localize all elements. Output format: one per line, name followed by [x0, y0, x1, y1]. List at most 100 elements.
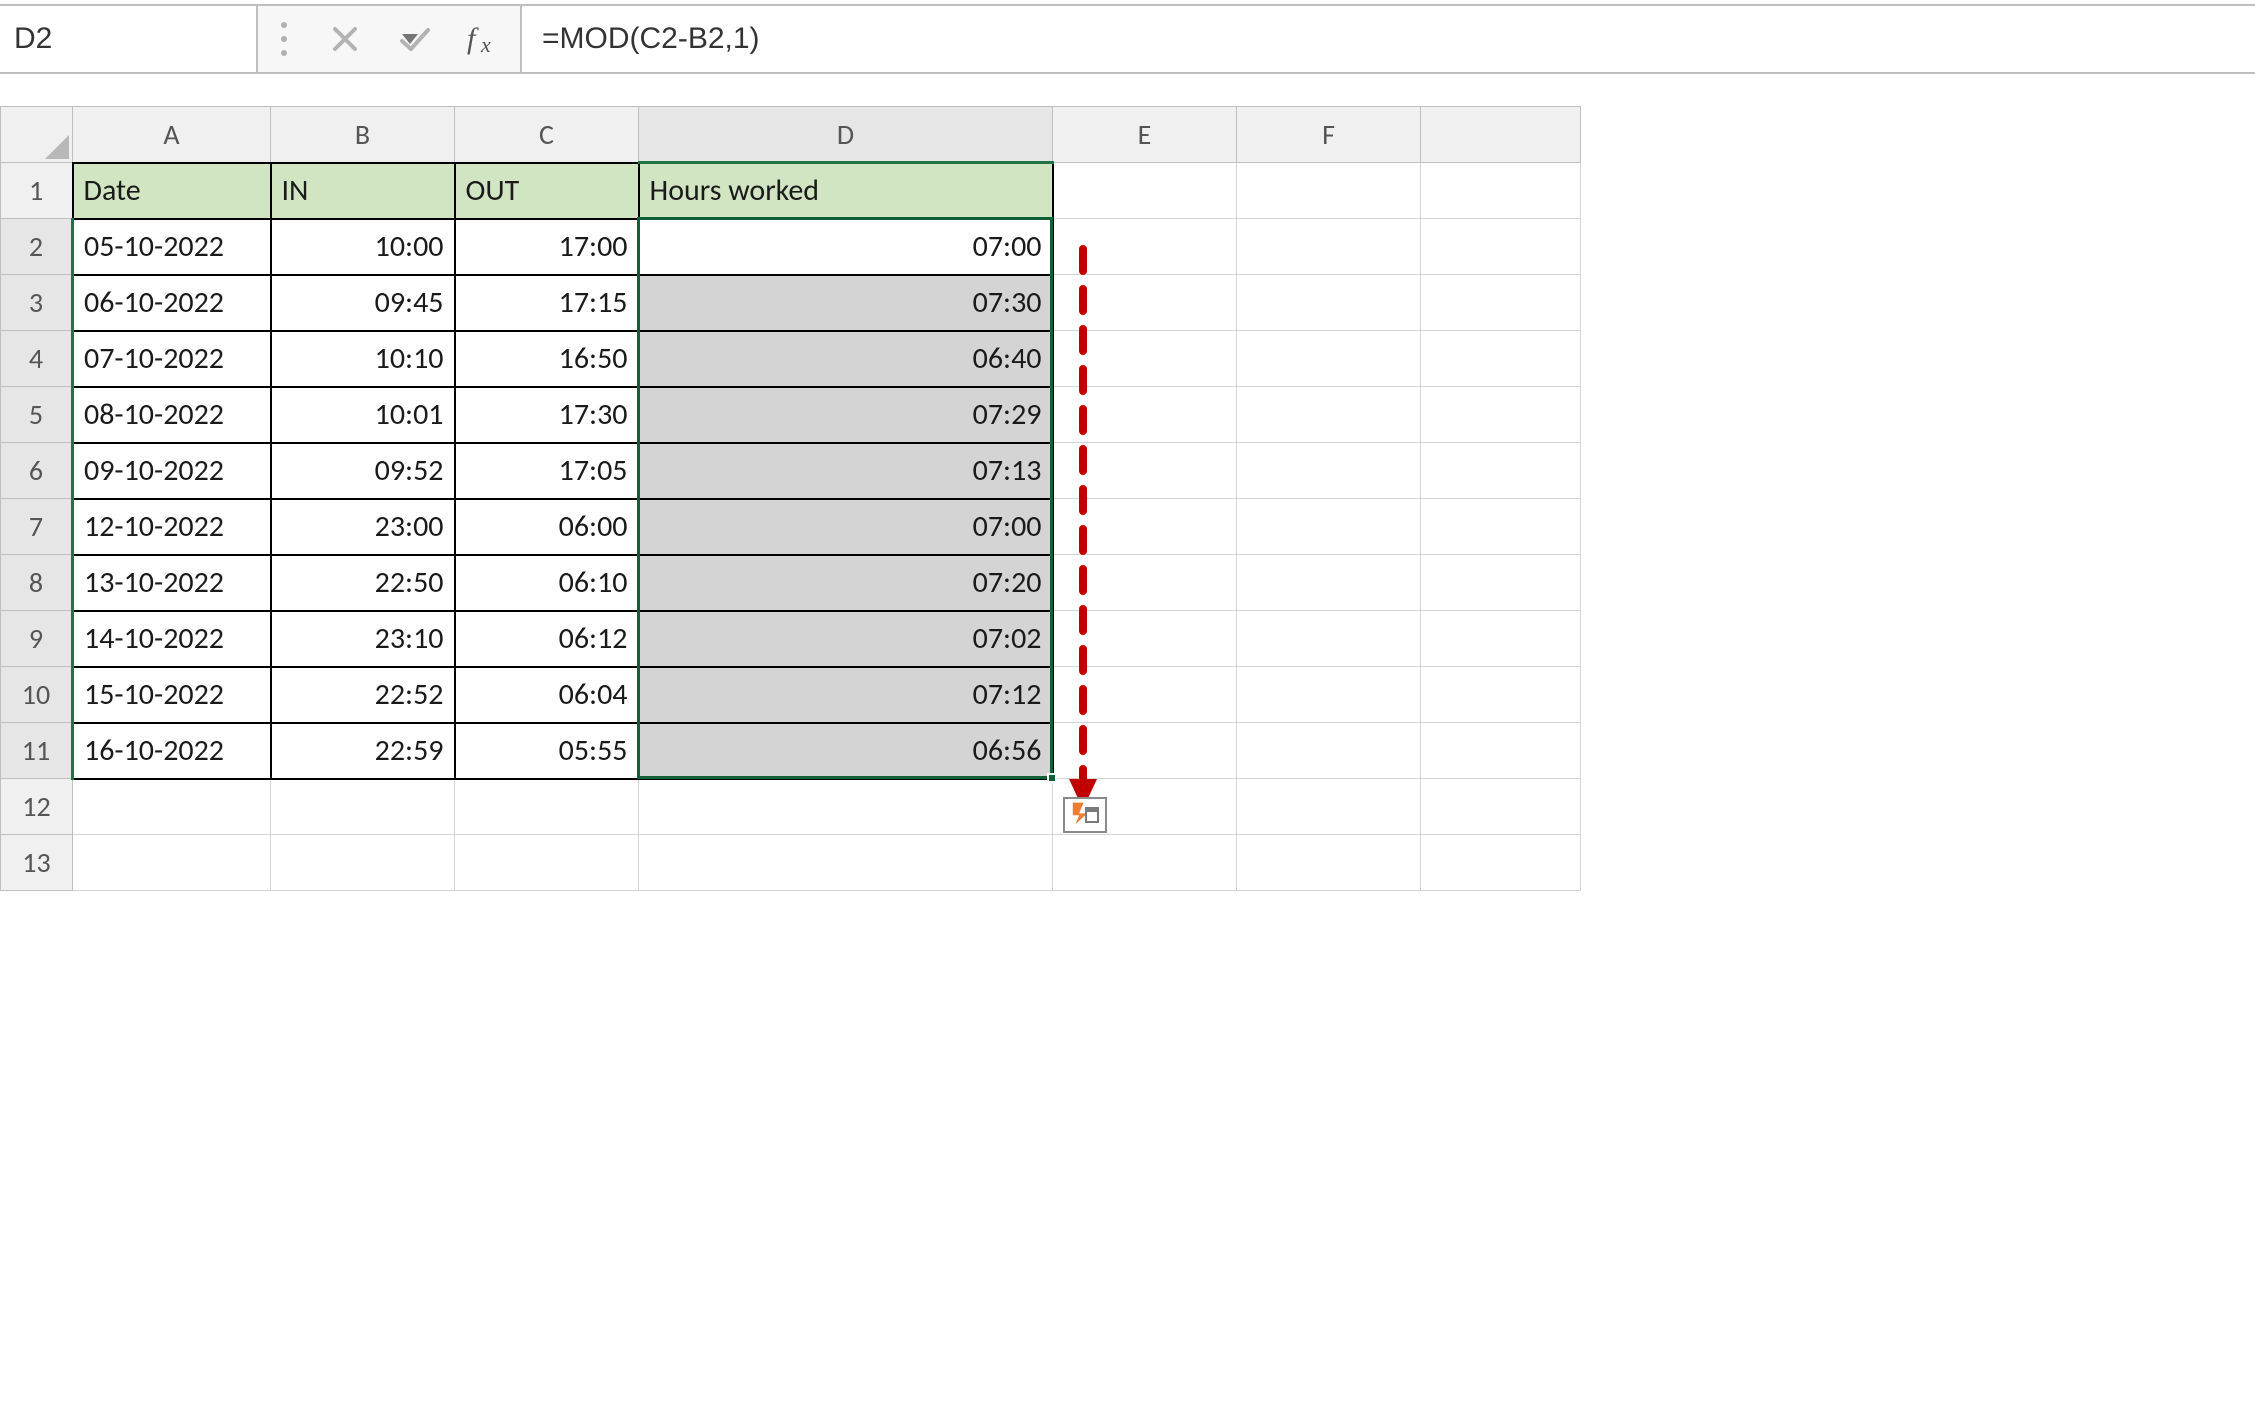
cell-C6[interactable]: 17:05 [455, 443, 639, 499]
col-header-blank[interactable] [1421, 107, 1581, 163]
cell-E4[interactable] [1053, 331, 1237, 387]
row-header-5[interactable]: 5 [1, 387, 73, 443]
cell-B10[interactable]: 22:52 [271, 667, 455, 723]
cell-E2[interactable] [1053, 219, 1237, 275]
cell-D2[interactable]: 07:00 [639, 219, 1053, 275]
cell-C13[interactable] [455, 835, 639, 891]
cell-A2[interactable]: 05-10-2022 [73, 219, 271, 275]
cell-C7[interactable]: 06:00 [455, 499, 639, 555]
cell-E6[interactable] [1053, 443, 1237, 499]
cell-E8[interactable] [1053, 555, 1237, 611]
cell-G13[interactable] [1421, 835, 1581, 891]
select-all-corner[interactable] [1, 107, 73, 163]
cell-F7[interactable] [1237, 499, 1421, 555]
cell-F2[interactable] [1237, 219, 1421, 275]
col-header-D[interactable]: D [639, 107, 1053, 163]
cell-E10[interactable] [1053, 667, 1237, 723]
cell-C12[interactable] [455, 779, 639, 835]
col-header-A[interactable]: A [73, 107, 271, 163]
cell-A8[interactable]: 13-10-2022 [73, 555, 271, 611]
cell-E7[interactable] [1053, 499, 1237, 555]
row-header-8[interactable]: 8 [1, 555, 73, 611]
formula-input-wrap[interactable] [520, 6, 2255, 72]
cell-C8[interactable]: 06:10 [455, 555, 639, 611]
cell-D10[interactable]: 07:12 [639, 667, 1053, 723]
cell-C1[interactable]: OUT [455, 163, 639, 219]
cell-F4[interactable] [1237, 331, 1421, 387]
cell-C9[interactable]: 06:12 [455, 611, 639, 667]
cell-F1[interactable] [1237, 163, 1421, 219]
cell-B2[interactable]: 10:00 [271, 219, 455, 275]
row-header-12[interactable]: 12 [1, 779, 73, 835]
cell-G4[interactable] [1421, 331, 1581, 387]
autofill-options-button[interactable] [1063, 797, 1107, 833]
cell-D13[interactable] [639, 835, 1053, 891]
cell-B12[interactable] [271, 779, 455, 835]
cell-G2[interactable] [1421, 219, 1581, 275]
cell-E9[interactable] [1053, 611, 1237, 667]
cell-G10[interactable] [1421, 667, 1581, 723]
cell-G11[interactable] [1421, 723, 1581, 779]
cell-D7[interactable]: 07:00 [639, 499, 1053, 555]
cell-A4[interactable]: 07-10-2022 [73, 331, 271, 387]
cell-E11[interactable] [1053, 723, 1237, 779]
cell-D3[interactable]: 07:30 [639, 275, 1053, 331]
row-header-1[interactable]: 1 [1, 163, 73, 219]
cell-F9[interactable] [1237, 611, 1421, 667]
cell-F13[interactable] [1237, 835, 1421, 891]
cell-F12[interactable] [1237, 779, 1421, 835]
cell-G5[interactable] [1421, 387, 1581, 443]
cell-F5[interactable] [1237, 387, 1421, 443]
cell-G8[interactable] [1421, 555, 1581, 611]
cell-G12[interactable] [1421, 779, 1581, 835]
cell-B8[interactable]: 22:50 [271, 555, 455, 611]
insert-function-button[interactable]: f x [450, 6, 520, 72]
cell-A1[interactable]: Date [73, 163, 271, 219]
cell-C2[interactable]: 17:00 [455, 219, 639, 275]
row-header-3[interactable]: 3 [1, 275, 73, 331]
cell-D5[interactable]: 07:29 [639, 387, 1053, 443]
cell-D12[interactable] [639, 779, 1053, 835]
row-header-2[interactable]: 2 [1, 219, 73, 275]
cell-F6[interactable] [1237, 443, 1421, 499]
cell-F3[interactable] [1237, 275, 1421, 331]
cell-G9[interactable] [1421, 611, 1581, 667]
sheet-table[interactable]: A B C D E F 1 Date IN OUT Hours worked 2… [0, 106, 1581, 891]
cell-F11[interactable] [1237, 723, 1421, 779]
cell-C10[interactable]: 06:04 [455, 667, 639, 723]
cell-A9[interactable]: 14-10-2022 [73, 611, 271, 667]
row-header-13[interactable]: 13 [1, 835, 73, 891]
cell-B1[interactable]: IN [271, 163, 455, 219]
row-header-4[interactable]: 4 [1, 331, 73, 387]
cell-D9[interactable]: 07:02 [639, 611, 1053, 667]
cell-A3[interactable]: 06-10-2022 [73, 275, 271, 331]
cell-C3[interactable]: 17:15 [455, 275, 639, 331]
cell-D8[interactable]: 07:20 [639, 555, 1053, 611]
cell-D11[interactable]: 06:56 [639, 723, 1053, 779]
col-header-C[interactable]: C [455, 107, 639, 163]
row-header-10[interactable]: 10 [1, 667, 73, 723]
cell-F8[interactable] [1237, 555, 1421, 611]
col-header-F[interactable]: F [1237, 107, 1421, 163]
cell-C4[interactable]: 16:50 [455, 331, 639, 387]
col-header-E[interactable]: E [1053, 107, 1237, 163]
row-header-7[interactable]: 7 [1, 499, 73, 555]
cell-B9[interactable]: 23:10 [271, 611, 455, 667]
name-box-dropdown-icon[interactable] [402, 34, 418, 44]
cell-A10[interactable]: 15-10-2022 [73, 667, 271, 723]
row-header-6[interactable]: 6 [1, 443, 73, 499]
name-box[interactable] [12, 21, 402, 57]
cell-A7[interactable]: 12-10-2022 [73, 499, 271, 555]
row-header-9[interactable]: 9 [1, 611, 73, 667]
cell-A6[interactable]: 09-10-2022 [73, 443, 271, 499]
cell-E3[interactable] [1053, 275, 1237, 331]
cell-E5[interactable] [1053, 387, 1237, 443]
cell-B3[interactable]: 09:45 [271, 275, 455, 331]
name-box-wrap[interactable] [0, 6, 258, 72]
fill-handle[interactable] [1047, 773, 1057, 783]
cell-E1[interactable] [1053, 163, 1237, 219]
cell-C11[interactable]: 05:55 [455, 723, 639, 779]
formula-input[interactable] [540, 21, 2237, 57]
cell-B13[interactable] [271, 835, 455, 891]
row-header-11[interactable]: 11 [1, 723, 73, 779]
